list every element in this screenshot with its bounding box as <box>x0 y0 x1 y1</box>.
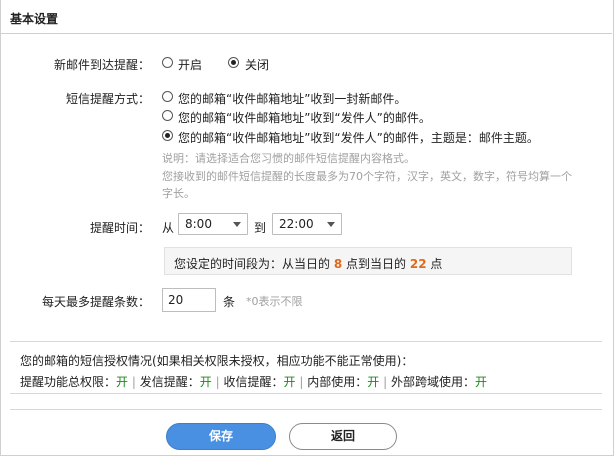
auth-internal-value: 开 <box>367 375 380 389</box>
sms-mode-option-1-radio[interactable] <box>162 91 173 102</box>
new-mail-alert-label: 新邮件到达提醒： <box>53 58 150 72</box>
auth-receive-label: 收信提醒： <box>223 375 284 389</box>
authorization-box: 您的邮箱的短信授权情况(如果相关权限未授权，相应功能不能正常使用)： 提醒功能总… <box>10 341 602 394</box>
reminder-summary-start: 8 <box>333 257 343 271</box>
reminder-summary-box: 您设定的时间段为：从当日的 8 点到当日的 22 点 <box>164 247 572 275</box>
save-button[interactable]: 保存 <box>166 423 276 450</box>
reminder-time-from-label: 从 <box>162 221 175 235</box>
reminder-summary-mid: 点到当日的 <box>346 257 407 271</box>
auth-internal-label: 内部使用： <box>307 375 368 389</box>
auth-separator: | <box>383 375 388 389</box>
reminder-end-select[interactable]: 22:00 <box>272 213 342 235</box>
sms-mode-note-line2: 您接收到的邮件短信提醒的长度最多为70个字符，汉字，英文，数字，符号均算一个 <box>162 170 572 183</box>
sms-mode-option-2-label[interactable]: 您的邮箱“收件邮箱地址”收到“发件人”的邮件。 <box>178 109 431 126</box>
reminder-time-to-label: 到 <box>254 221 267 235</box>
back-button[interactable]: 返回 <box>289 423 397 450</box>
auth-send-value: 开 <box>199 375 212 389</box>
new-mail-alert-on-label[interactable]: 开启 <box>178 56 202 73</box>
auth-total-label: 提醒功能总权限： <box>20 375 117 389</box>
reminder-summary-prefix: 您设定的时间段为：从当日的 <box>174 257 331 271</box>
sms-mode-note-line3: 字长。 <box>162 187 195 200</box>
auth-separator: | <box>299 375 304 389</box>
panel-header: 基本设置 <box>0 0 612 34</box>
page-title: 基本设置 <box>10 12 59 26</box>
reminder-start-value: 8:00 <box>185 217 212 231</box>
chevron-down-icon <box>233 222 241 227</box>
authorization-list: 提醒功能总权限：开 | 发信提醒：开 | 收信提醒：开 | 内部使用：开 | 外… <box>20 373 487 390</box>
reminder-start-select[interactable]: 8:00 <box>178 213 248 235</box>
daily-limit-label: 每天最多提醒条数： <box>41 295 150 309</box>
chevron-down-icon <box>327 222 335 227</box>
new-mail-alert-on-radio[interactable] <box>162 57 173 68</box>
sms-mode-option-1-label[interactable]: 您的邮箱“收件邮箱地址”收到一封新邮件。 <box>178 90 406 107</box>
auth-send-label: 发信提醒： <box>139 375 200 389</box>
sms-mode-option-3-radio[interactable] <box>162 130 173 141</box>
auth-separator: | <box>131 375 136 389</box>
reminder-time-label: 提醒时间： <box>89 221 150 235</box>
reminder-end-value: 22:00 <box>279 217 314 231</box>
reminder-summary-end: 22 <box>409 257 427 271</box>
sms-mode-label: 短信提醒方式： <box>65 92 150 106</box>
auth-external-value: 开 <box>474 375 487 389</box>
auth-receive-value: 开 <box>283 375 296 389</box>
new-mail-alert-off-radio[interactable] <box>228 57 239 68</box>
sms-mode-option-2-radio[interactable] <box>162 110 173 121</box>
new-mail-alert-off-label[interactable]: 关闭 <box>245 56 269 73</box>
reminder-summary-suffix: 点 <box>430 257 443 271</box>
sms-mode-option-3-label[interactable]: 您的邮箱“收件邮箱地址”收到“发件人”的邮件，主题是：邮件主题。 <box>178 129 539 146</box>
authorization-title: 您的邮箱的短信授权情况(如果相关权限未授权，相应功能不能正常使用)： <box>20 354 414 368</box>
auth-separator: | <box>215 375 220 389</box>
auth-total-value: 开 <box>116 375 129 389</box>
reminder-summary-text: 您设定的时间段为：从当日的 8 点到当日的 22 点 <box>174 255 442 272</box>
daily-limit-hint: *0表示不限 <box>246 295 303 308</box>
sms-mode-note: 说明：请选择适合您习惯的邮件短信提醒内容格式。 <box>162 152 415 165</box>
daily-limit-input[interactable] <box>162 288 216 312</box>
footer-divider <box>10 409 602 410</box>
daily-limit-unit: 条 <box>223 295 236 309</box>
auth-external-label: 外部跨域使用： <box>390 375 475 389</box>
